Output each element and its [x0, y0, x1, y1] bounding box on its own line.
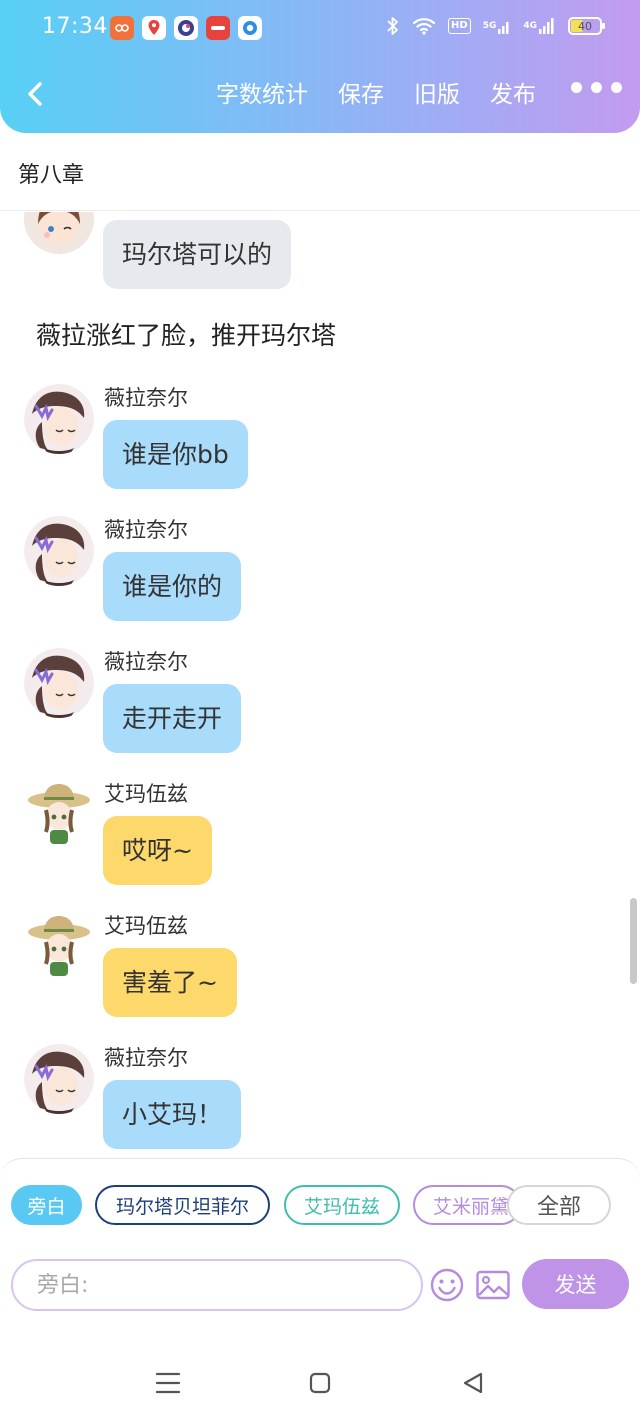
image-icon — [476, 1270, 510, 1300]
character-chip-emma[interactable]: 艾玛伍兹 — [284, 1185, 400, 1225]
red-app-notification-icon — [206, 16, 230, 40]
avatar-vera[interactable] — [24, 516, 94, 586]
status-time: 17:34 — [42, 14, 108, 39]
emma-avatar-icon — [24, 780, 94, 850]
chat-area[interactable]: 玛尔塔可以的 薇拉涨红了脸，推开玛尔塔 薇拉奈尔 谁是你bb 薇拉奈尔 谁是你的… — [0, 212, 640, 1158]
more-dot-icon — [611, 82, 622, 93]
circle-app-notification-icon — [174, 16, 198, 40]
message-bubble[interactable]: 哎呀~ — [103, 816, 212, 885]
sender-name: 薇拉奈尔 — [104, 518, 188, 542]
app-header: 17:34 HD 5G 4G 40 字数统计 保存 旧版 发布 — [0, 0, 640, 133]
toolbar-actions: 字数统计 保存 旧版 发布 — [216, 78, 536, 112]
message-bubble[interactable]: 小艾玛！ — [103, 1080, 242, 1149]
menu-icon — [155, 1372, 181, 1394]
message-bubble[interactable]: 玛尔塔可以的 — [103, 220, 292, 289]
app-notification-icon — [110, 16, 134, 40]
hd-badge: HD — [448, 18, 471, 34]
menu-nav-button[interactable] — [153, 1368, 183, 1398]
sender-name: 薇拉奈尔 — [104, 650, 188, 674]
composer-input-row: 发送 — [11, 1259, 629, 1311]
home-nav-button[interactable] — [305, 1368, 335, 1398]
triangle-back-icon — [463, 1372, 483, 1394]
all-characters-button[interactable]: 全部 — [507, 1185, 611, 1225]
battery-level: 40 — [578, 19, 592, 33]
signal-5g-icon: 5G — [483, 17, 512, 35]
message-bubble[interactable]: 谁是你的 — [103, 552, 242, 621]
bluetooth-icon — [386, 16, 400, 36]
character-chip-narrator[interactable]: 旁白 — [11, 1185, 82, 1225]
back-nav-button[interactable] — [458, 1368, 488, 1398]
vera-avatar-icon — [24, 648, 94, 718]
notification-icons — [110, 16, 262, 40]
signal-4g-label: 4G — [523, 21, 537, 31]
blue-app-notification-icon — [238, 16, 262, 40]
vera-avatar-icon — [24, 516, 94, 586]
message-bubble[interactable]: 害羞了~ — [103, 948, 237, 1017]
publish-button[interactable]: 发布 — [490, 78, 536, 112]
avatar-emma[interactable] — [24, 780, 94, 850]
avatar-emma[interactable] — [24, 912, 94, 982]
signal-5g-label: 5G — [482, 21, 497, 31]
character-selector: 旁白 玛尔塔贝坦菲尔 艾玛伍兹 艾米丽黛 全部 — [11, 1185, 613, 1227]
sender-name: 艾玛伍兹 — [104, 914, 188, 938]
narration-text[interactable]: 薇拉涨红了脸，推开玛尔塔 — [36, 316, 336, 352]
avatar-martha[interactable] — [24, 212, 94, 254]
status-bar: 17:34 HD 5G 4G 40 — [0, 0, 640, 58]
character-chip-emily[interactable]: 艾米丽黛 — [413, 1185, 521, 1225]
more-dot-icon — [571, 82, 582, 93]
message-bubble[interactable]: 走开走开 — [103, 684, 242, 753]
wifi-icon — [412, 17, 436, 35]
character-chip-martha[interactable]: 玛尔塔贝坦菲尔 — [95, 1185, 270, 1225]
avatar-vera[interactable] — [24, 384, 94, 454]
back-button[interactable] — [18, 76, 54, 112]
more-dot-icon — [591, 82, 602, 93]
save-button[interactable]: 保存 — [338, 78, 384, 112]
signal-4g-icon: 4G — [523, 17, 556, 35]
word-count-button[interactable]: 字数统计 — [216, 78, 308, 112]
avatar-vera[interactable] — [24, 1044, 94, 1114]
chapter-bar: 第八章 — [0, 133, 640, 211]
send-button[interactable]: 发送 — [522, 1259, 629, 1309]
avatar-vera[interactable] — [24, 648, 94, 718]
editor-toolbar: 字数统计 保存 旧版 发布 — [0, 70, 640, 122]
vera-avatar-icon — [24, 1044, 94, 1114]
martha-avatar-icon — [24, 212, 94, 254]
system-navigation-bar — [0, 1314, 640, 1422]
image-button[interactable] — [475, 1267, 511, 1303]
chat-scrollbar[interactable] — [630, 898, 637, 984]
battery-icon: 40 — [568, 17, 605, 35]
emma-avatar-icon — [24, 912, 94, 982]
smiley-icon — [430, 1268, 464, 1302]
sender-name: 薇拉奈尔 — [104, 1046, 188, 1070]
chapter-title[interactable]: 第八章 — [18, 157, 84, 189]
map-pin-notification-icon — [142, 16, 166, 40]
square-icon — [309, 1372, 331, 1394]
sender-name: 艾玛伍兹 — [104, 782, 188, 806]
vera-avatar-icon — [24, 384, 94, 454]
emoji-button[interactable] — [429, 1267, 465, 1303]
status-indicators: HD 5G 4G 40 — [386, 16, 605, 36]
message-input[interactable] — [11, 1259, 423, 1311]
chevron-left-icon — [28, 82, 42, 106]
composer-panel: 旁白 玛尔塔贝坦菲尔 艾玛伍兹 艾米丽黛 全部 发送 — [0, 1158, 640, 1314]
message-bubble[interactable]: 谁是你bb — [103, 420, 248, 489]
more-options-button[interactable] — [571, 82, 622, 93]
old-version-button[interactable]: 旧版 — [414, 78, 460, 112]
sender-name: 薇拉奈尔 — [104, 386, 188, 410]
